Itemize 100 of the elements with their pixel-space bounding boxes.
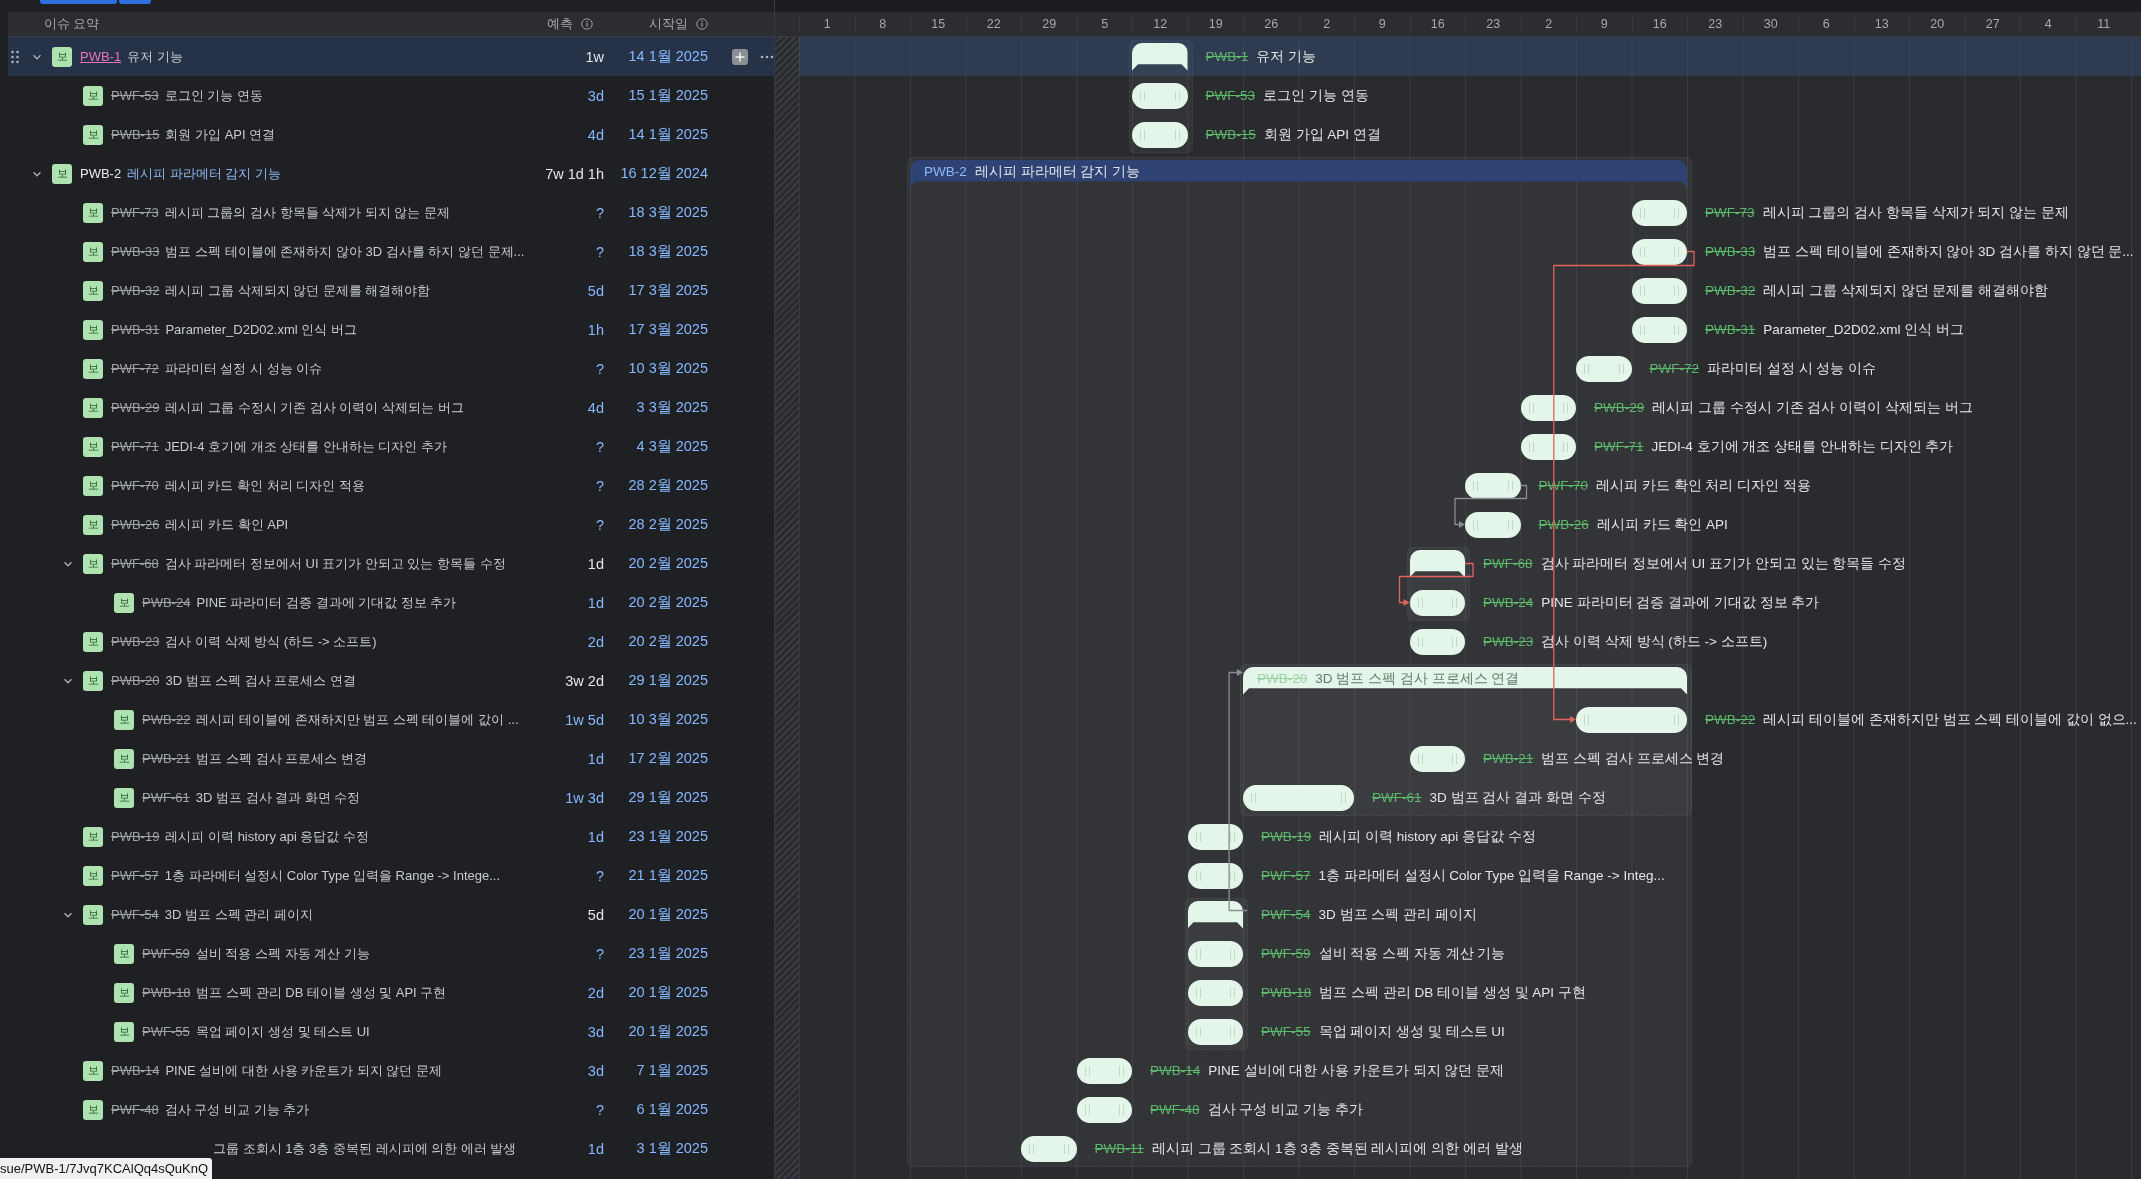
issue-summary[interactable]: PINE 파라미터 검증 결과에 기대값 정보 추가	[196, 593, 542, 612]
task-bar[interactable]	[1465, 511, 1521, 538]
issue-row[interactable]: 보 PWB-23 검사 이력 삭제 방식 (하드 -> 소프트) 2d 20 2월 2025	[8, 622, 774, 661]
issue-row[interactable]: 보 PWF-68 검사 파라메터 정보에서 UI 표기가 안되고 있는 항목들 수정 1d 20 2월 2025	[8, 544, 774, 583]
issue-row[interactable]: 보 PWB-26 레시피 카드 확인 API ? 28 2월 2025	[8, 505, 774, 544]
issue-summary[interactable]: 검사 파라메터 정보에서 UI 표기가 안되고 있는 항목들 수정	[164, 554, 542, 573]
summary-bar[interactable]	[1132, 42, 1188, 71]
issue-summary[interactable]: 검사 이력 삭제 방식 (하드 -> 소프트)	[165, 632, 542, 651]
issue-row[interactable]: 보 PWB-15 회원 가입 API 연결 4d 14 1월 2025	[8, 115, 774, 154]
issue-key[interactable]: PWB-15	[111, 127, 160, 142]
issue-key[interactable]: PWF-57	[111, 868, 159, 883]
task-bar[interactable]	[1465, 472, 1521, 499]
task-bar[interactable]	[1631, 316, 1687, 343]
issue-key[interactable]: PWB-23	[111, 634, 160, 649]
issue-row[interactable]: 보 PWF-54 3D 범프 스펙 관리 페이지 5d 20 1월 2025	[8, 895, 774, 934]
issue-summary[interactable]: 3D 범프 검사 결과 화면 수정	[195, 788, 542, 807]
issue-row[interactable]: 보 PWB-29 레시피 그룹 수정시 기존 검사 이력이 삭제되는 버그 4d 3 3월 2025	[8, 388, 774, 427]
task-bar[interactable]	[1631, 199, 1687, 226]
drag-handle-icon[interactable]	[11, 49, 19, 64]
task-bar[interactable]	[1132, 82, 1188, 109]
issue-summary[interactable]: PINE 설비에 대한 사용 카운트가 되지 않던 문제	[165, 1061, 542, 1080]
issue-row[interactable]: 보 PWB-21 범프 스펙 검사 프로세스 변경 1d 17 2월 2025	[8, 739, 774, 778]
task-bar[interactable]	[1631, 277, 1687, 304]
issue-summary[interactable]: 3D 범프 스펙 관리 페이지	[164, 905, 542, 924]
issue-key[interactable]: PWB-33	[111, 244, 160, 259]
issue-row[interactable]: 보 PWF-61 3D 범프 검사 결과 화면 수정 1w 3d 29 1월 2025	[8, 778, 774, 817]
issue-row[interactable]: 보 PWB-1 유저 기능 1w 14 1월 2025	[8, 37, 774, 76]
task-bar[interactable]	[1187, 823, 1243, 850]
issue-summary[interactable]: Parameter_D2D02.xml 인식 버그	[165, 320, 542, 339]
task-bar[interactable]	[1132, 121, 1188, 148]
issue-key[interactable]: PWF-73	[111, 205, 159, 220]
issue-row[interactable]: 보 PWF-71 JEDI-4 호기에 개조 상태를 안내하는 디자인 추가 ? 4 3월 2025	[8, 427, 774, 466]
issue-row[interactable]: 보 PWF-72 파라미터 설정 시 성능 이슈 ? 10 3월 2025	[8, 349, 774, 388]
task-bar[interactable]	[1520, 433, 1576, 460]
issue-key[interactable]: PWB-32	[111, 283, 160, 298]
task-bar[interactable]	[1409, 745, 1465, 772]
issue-row[interactable]: 보 PWB-2 레시피 파라메터 감지 기능 7w 1d 1h 16 12월 2024	[8, 154, 774, 193]
issue-key[interactable]: PWF-55	[142, 1024, 190, 1039]
issue-summary[interactable]: 3D 범프 스펙 검사 프로세스 연결	[165, 671, 542, 690]
info-icon[interactable]	[696, 18, 708, 30]
task-bar[interactable]	[1187, 1018, 1243, 1045]
issue-summary[interactable]: 레시피 테이블에 존재하지만 범프 스펙 테이블에 값이 ...	[196, 710, 542, 729]
issue-row[interactable]: 보 PWF-55 목업 페이지 생성 및 테스트 UI 3d 20 1월 2025	[8, 1012, 774, 1051]
task-bar[interactable]	[1631, 238, 1687, 265]
issue-summary[interactable]: 파라미터 설정 시 성능 이슈	[164, 359, 542, 378]
issue-row[interactable]: 보 PWB-19 레시피 이력 history api 응답값 수정 1d 23 1월 2025	[8, 817, 774, 856]
task-bar[interactable]	[1409, 628, 1465, 655]
issue-row[interactable]: 보 PWB-14 PINE 설비에 대한 사용 카운트가 되지 않던 문제 3d 7 1월 2025	[8, 1051, 774, 1090]
issue-key[interactable]: PWF-72	[111, 361, 159, 376]
issue-row[interactable]: 보 PWB-20 3D 범프 스펙 검사 프로세스 연결 3w 2d 29 1월 2025	[8, 661, 774, 700]
task-bar[interactable]	[1187, 979, 1243, 1006]
issue-key[interactable]: PWF-53	[111, 88, 159, 103]
issue-row[interactable]: 보 PWF-73 레시피 그룹의 검사 항목들 삭제가 되지 않는 문제 ? 18 3월 2025	[8, 193, 774, 232]
summary-bar[interactable]	[1187, 900, 1243, 929]
issue-key[interactable]: PWB-14	[111, 1063, 160, 1078]
task-bar[interactable]	[1021, 1135, 1077, 1162]
issue-summary[interactable]: 유저 기능	[127, 47, 542, 66]
summary-bar[interactable]: PWB-20 3D 범프 스펙 검사 프로세스 연결	[1243, 666, 1687, 695]
task-bar[interactable]	[1576, 355, 1632, 382]
issue-summary[interactable]: 설비 적용 스펙 자동 계산 기능	[195, 944, 542, 963]
issue-summary[interactable]: 레시피 그룹 삭제되지 않던 문제를 해결해야함	[165, 281, 542, 300]
issue-summary[interactable]: JEDI-4 호기에 개조 상태를 안내하는 디자인 추가	[164, 437, 542, 456]
task-bar[interactable]	[1243, 784, 1354, 811]
issue-row[interactable]: 보 PWF-59 설비 적용 스펙 자동 계산 기능 ? 23 1월 2025	[8, 934, 774, 973]
task-bar[interactable]	[1187, 862, 1243, 889]
issue-row[interactable]: 보 PWF-57 1층 파라메터 설정시 Color Type 입력을 Range -> Intege... ? 21 1월 2025	[8, 856, 774, 895]
issue-summary[interactable]: 범프 스펙 검사 프로세스 변경	[196, 749, 542, 768]
issue-summary[interactable]: 레시피 파라메터 감지 기능	[127, 164, 542, 183]
issue-row[interactable]: 보 PWB-31 Parameter_D2D02.xml 인식 버그 1h 17 3월 2025	[8, 310, 774, 349]
issue-summary[interactable]: 검사 구성 비교 기능 추가	[164, 1100, 542, 1119]
issue-summary[interactable]: 목업 페이지 생성 및 테스트 UI	[195, 1022, 542, 1041]
issue-summary[interactable]: 범프 스펙 관리 DB 테이블 생성 및 API 구현	[196, 983, 542, 1002]
issue-row[interactable]: 보 PWB-22 레시피 테이블에 존재하지만 범프 스펙 테이블에 값이 ... 1w 5d 10 3월 2025	[8, 700, 774, 739]
issue-key[interactable]: PWB-26	[111, 517, 160, 532]
issue-row[interactable]: 보 PWF-53 로그인 기능 연동 3d 15 1월 2025	[8, 76, 774, 115]
issue-key[interactable]: PWB-19	[111, 829, 160, 844]
issue-key[interactable]: PWB-20	[111, 673, 160, 688]
info-icon[interactable]	[581, 18, 593, 30]
issue-summary[interactable]: 레시피 카드 확인 API	[165, 515, 542, 534]
task-bar[interactable]	[1076, 1057, 1132, 1084]
issue-row[interactable]: 보 PWB-24 PINE 파라미터 검증 결과에 기대값 정보 추가 1d 20 2월 2025	[8, 583, 774, 622]
issue-summary[interactable]: 레시피 그룹 수정시 기존 검사 이력이 삭제되는 버그	[165, 398, 542, 417]
issue-summary[interactable]: 레시피 이력 history api 응답값 수정	[165, 827, 542, 846]
issue-summary[interactable]: 범프 스펙 테이블에 존재하지 않아 3D 검사를 하지 않던 문제...	[165, 242, 542, 261]
issue-key[interactable]: PWF-70	[111, 478, 159, 493]
issue-key[interactable]: PWB-24	[142, 595, 191, 610]
issue-key[interactable]: PWB-2	[80, 166, 122, 181]
task-bar[interactable]	[1520, 394, 1576, 421]
issue-summary[interactable]: 1층 파라메터 설정시 Color Type 입력을 Range -> Intege...	[164, 866, 542, 885]
issue-key[interactable]: PWF-54	[111, 907, 159, 922]
issue-row[interactable]: 보 PWB-32 레시피 그룹 삭제되지 않던 문제를 해결해야함 5d 17 3월 2025	[8, 271, 774, 310]
issue-summary[interactable]: 레시피 그룹의 검사 항목들 삭제가 되지 않는 문제	[164, 203, 542, 222]
issue-key[interactable]: PWB-21	[142, 751, 191, 766]
issue-row[interactable]: 보 PWF-48 검사 구성 비교 기능 추가 ? 6 1월 2025	[8, 1090, 774, 1129]
issue-key[interactable]: PWB-1	[80, 49, 122, 64]
issue-summary[interactable]: 그룹 조회시 1층 3층 중복된 레시피에 의한 에러 발생	[213, 1139, 542, 1158]
issue-key[interactable]: PWF-48	[111, 1102, 159, 1117]
summary-bar[interactable]	[1409, 549, 1465, 578]
issue-key[interactable]: PWF-61	[142, 790, 190, 805]
issue-summary[interactable]: 레시피 카드 확인 처리 디자인 적용	[164, 476, 542, 495]
